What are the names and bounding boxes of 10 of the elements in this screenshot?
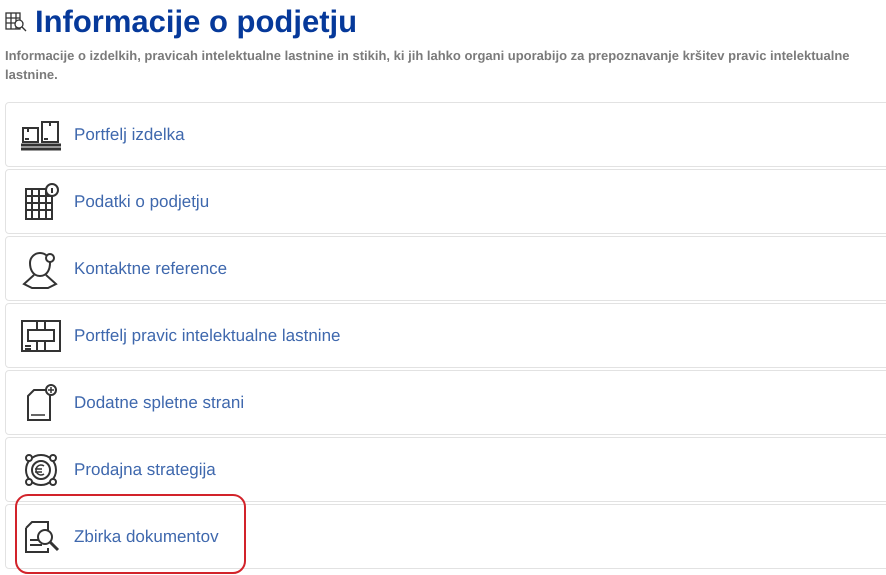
- item-link[interactable]: Kontaktne reference: [74, 256, 228, 282]
- page-title: Informacije o podjetju: [35, 4, 358, 40]
- item-link[interactable]: Portfelj pravic intelektualne lastnine: [74, 322, 340, 348]
- item-link[interactable]: Podatki o podjetju: [74, 188, 210, 214]
- page-description: Informacije o izdelkih, pravicah intelektualne lastnine in stikih, ki jih lahko organi uporabijo za prepoznavanje kršitev pravic intelektualne lastnine.: [5, 47, 851, 84]
- item-link[interactable]: Portfelj izdelka: [74, 122, 185, 148]
- item-link[interactable]: Zbirka dokumentov: [74, 524, 219, 550]
- item-link[interactable]: Dodatne spletne strani: [74, 390, 244, 416]
- item-link[interactable]: Prodajna strategija: [74, 456, 216, 482]
- building-search-icon: [5, 11, 27, 33]
